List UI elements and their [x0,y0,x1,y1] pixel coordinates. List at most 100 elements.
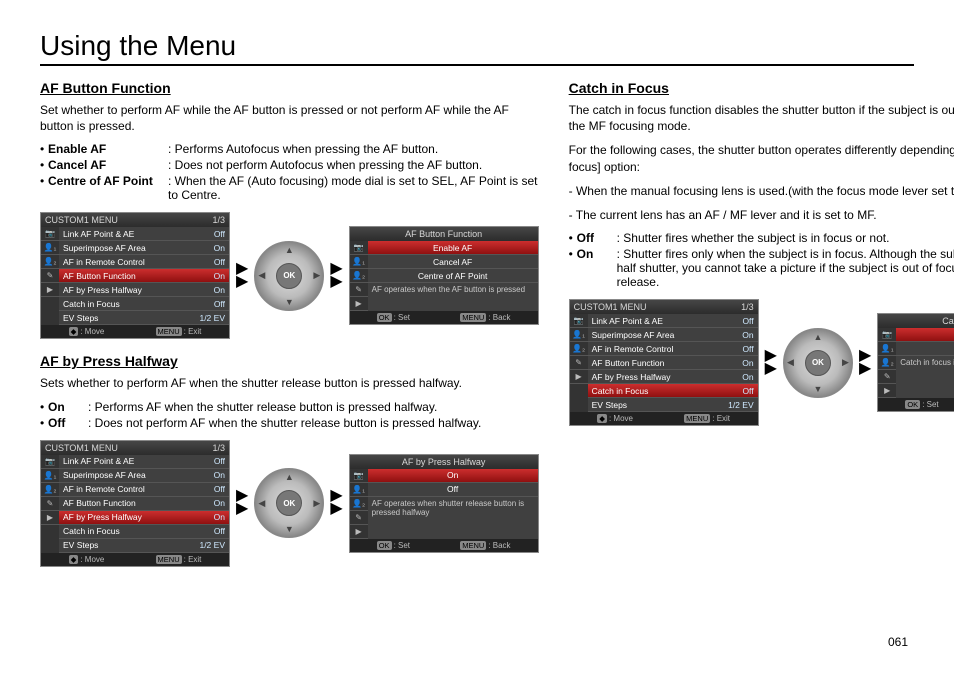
side-icon: 📷 [570,314,588,328]
catch-defs: •Off: Shutter fires whether the subject … [569,231,954,289]
side-icon: ✎ [878,370,896,384]
catch-section: Catch in Focus The catch in focus functi… [569,80,954,426]
arrow-icon: ▶▶ [330,263,342,289]
menu-row: On [368,469,538,483]
menu-row: AF Button FunctionOn [59,497,229,511]
af-halfway-defs: •On: Performs AF when the shutter releas… [40,400,539,430]
side-icon: 👤₂ [350,269,368,283]
menu-row: AF in Remote ControlOff [59,255,229,269]
definition-term: Centre of AF Point [48,174,168,202]
definition-desc: : Performs AF when the shutter release b… [88,400,539,414]
menu-help: Catch in focus is disabled [896,356,954,370]
definition-row: •Enable AF: Performs Autofocus when pres… [40,142,539,156]
submenu-footer: OK: SetMENU: Back [878,398,954,411]
submenu-screenshot: Catch in Focus📷👤₁👤₂✎▶ OffOnCatch in focus… [877,313,954,412]
definition-row: •Off: Does not perform AF when the shutt… [40,416,539,430]
side-icon: 👤₂ [350,497,368,511]
menu-row: Link AF Point & AEOff [59,227,229,241]
menu-row: Superimpose AF AreaOn [588,328,758,342]
side-icon: 📷 [350,469,368,483]
menu-row: Superimpose AF AreaOn [59,241,229,255]
page-title: Using the Menu [40,30,914,66]
definition-row: •On: Shutter fires only when the subject… [569,247,954,289]
menu-row: AF by Press HalfwayOn [59,511,229,525]
ok-dial-icon: ▲▼◀▶OK [783,328,853,398]
menu-row: Centre of AF Point [368,269,538,283]
definition-desc: : When the AF (Auto focusing) mode dial … [168,174,539,202]
menu-row: EV Steps1/2 EV [588,398,758,412]
side-icon: ▶ [41,283,59,297]
side-icon: ✎ [350,511,368,525]
right-column: Catch in Focus The catch in focus functi… [569,80,954,581]
menu-row: Superimpose AF AreaOn [59,469,229,483]
menu-row: Enable AF [368,241,538,255]
definition-row: •Centre of AF Point: When the AF (Auto f… [40,174,539,202]
menu-row: On [896,342,954,356]
submenu-footer: OK: SetMENU: Back [350,539,538,552]
section-title-af-button: AF Button Function [40,80,539,96]
menu-footer: ◆: MoveMENU: Exit [570,412,758,425]
side-icon: ✎ [570,356,588,370]
menu-screenshot: CUSTOM1 MENU1/3📷👤₁👤₂✎▶Link AF Point & AE… [40,212,230,339]
side-icon: ✎ [41,269,59,283]
menu-row: AF by Press HalfwayOn [59,283,229,297]
side-icon: 👤₁ [570,328,588,342]
submenu-footer: OK: SetMENU: Back [350,311,538,324]
page-number: 061 [888,635,908,649]
definition-desc: : Shutter fires whether the subject is i… [617,231,954,245]
definition-term: Off [48,416,88,430]
side-icon: ✎ [41,497,59,511]
menu-row: Catch in FocusOff [588,384,758,398]
menu-row: AF by Press HalfwayOn [588,370,758,384]
side-icon: 📷 [878,328,896,342]
definition-row: •Off: Shutter fires whether the subject … [569,231,954,245]
side-icon: 👤₁ [350,483,368,497]
menu-row: Cancel AF [368,255,538,269]
side-icon: 👤₁ [878,342,896,356]
menu-help: AF operates when the AF button is presse… [368,283,538,297]
definition-desc: : Does not perform Autofocus when pressi… [168,158,539,172]
submenu-header: AF by Press Halfway [350,455,538,469]
menu-row: EV Steps1/2 EV [59,311,229,325]
definition-desc: : Performs Autofocus when pressing the A… [168,142,539,156]
definition-desc: : Does not perform AF when the shutter r… [88,416,539,430]
menu-row: Off [368,483,538,497]
side-icon: 📷 [41,227,59,241]
menu-row: EV Steps1/2 EV [59,539,229,553]
menu-row: Off [896,328,954,342]
menu-footer: ◆: MoveMENU: Exit [41,553,229,566]
menu-row: Catch in FocusOff [59,525,229,539]
submenu-header: AF Button Function [350,227,538,241]
menu-row: Catch in FocusOff [59,297,229,311]
submenu-screenshot: AF by Press Halfway📷👤₁👤₂✎▶OnOffAF operat… [349,454,539,553]
catch-bullet1: - When the manual focusing lens is used.… [569,183,954,199]
menu-footer: ◆: MoveMENU: Exit [41,325,229,338]
definition-term: Off [577,231,617,245]
af-halfway-screenshots: CUSTOM1 MENU1/3📷👤₁👤₂✎▶Link AF Point & AE… [40,440,539,567]
af-halfway-section: AF by Press Halfway Sets whether to perf… [40,353,539,566]
menu-row: AF in Remote ControlOff [588,342,758,356]
side-icon: ▶ [878,384,896,398]
side-icon: 👤₂ [41,255,59,269]
definition-term: On [48,400,88,414]
arrow-icon: ▶▶ [236,490,248,516]
submenu-screenshot: AF Button Function📷👤₁👤₂✎▶Enable AFCancel… [349,226,539,325]
side-icon: 👤₂ [878,356,896,370]
definition-term: Enable AF [48,142,168,156]
side-icon: ▶ [41,511,59,525]
definition-term: Cancel AF [48,158,168,172]
submenu-header: Catch in Focus [878,314,954,328]
af-halfway-intro: Sets whether to perform AF when the shut… [40,375,539,391]
menu-row: AF Button FunctionOn [59,269,229,283]
side-icon: ▶ [350,525,368,539]
section-title-catch: Catch in Focus [569,80,954,96]
side-icon: ▶ [570,370,588,384]
ok-dial-icon: ▲▼◀▶OK [254,468,324,538]
arrow-icon: ▶▶ [765,350,777,376]
definition-row: •On: Performs AF when the shutter releas… [40,400,539,414]
catch-screenshots: CUSTOM1 MENU1/3📷👤₁👤₂✎▶Link AF Point & AE… [569,299,954,426]
left-column: AF Button Function Set whether to perfor… [40,80,539,581]
catch-para2: For the following cases, the shutter but… [569,142,954,174]
af-button-intro: Set whether to perform AF while the AF b… [40,102,539,134]
side-icon: 👤₂ [41,483,59,497]
